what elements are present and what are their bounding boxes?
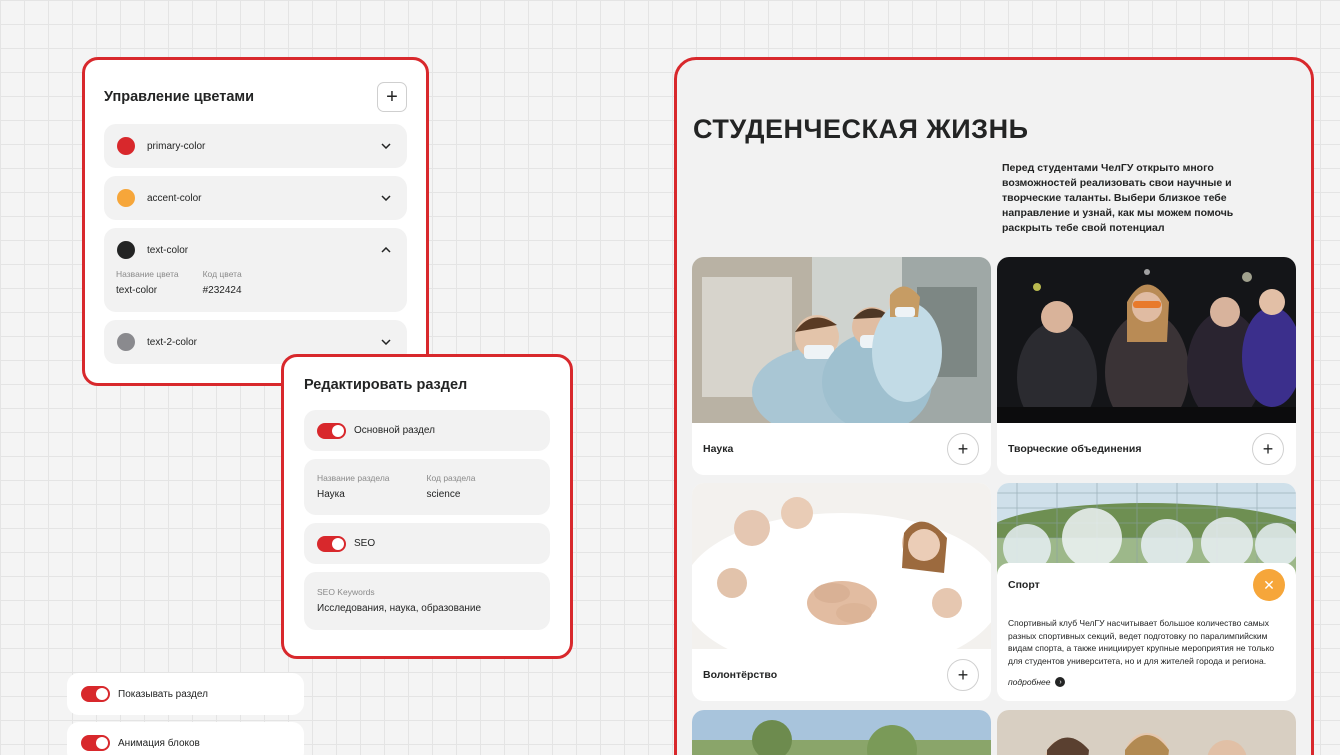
color-row-label: primary-color bbox=[147, 140, 206, 152]
toggle-label: SEO bbox=[354, 538, 376, 549]
section-name-field[interactable]: Название раздела Наука bbox=[317, 473, 390, 500]
edit-section-panel: Редактировать раздел Основной раздел Наз… bbox=[281, 354, 573, 659]
toggle-label: Показывать раздел bbox=[118, 688, 208, 700]
main-section-toggle-row[interactable]: Основной раздел bbox=[304, 410, 550, 451]
animate-blocks-toggle[interactable] bbox=[81, 735, 110, 751]
color-row-primary[interactable]: primary-color bbox=[104, 124, 407, 168]
color-code-caption: Код цвета bbox=[202, 269, 242, 279]
chevron-down-icon[interactable] bbox=[379, 139, 393, 153]
color-management-panel: Управление цветами + primary-color accen… bbox=[82, 57, 429, 386]
expand-button[interactable]: + bbox=[947, 433, 979, 465]
color-code-value: #232424 bbox=[202, 285, 242, 296]
card-volunteer[interactable]: Волонтёрство + bbox=[692, 483, 991, 701]
card-partial[interactable] bbox=[997, 710, 1296, 755]
chevron-down-icon[interactable] bbox=[379, 191, 393, 205]
color-swatch bbox=[117, 333, 135, 351]
card-science[interactable]: Наука + bbox=[692, 257, 991, 475]
chevron-up-icon[interactable] bbox=[379, 243, 393, 257]
more-link[interactable]: подробнее › bbox=[1008, 677, 1285, 687]
card-partial[interactable] bbox=[692, 710, 991, 755]
card-photo bbox=[997, 710, 1296, 755]
section-name-value: Наука bbox=[317, 489, 345, 500]
color-name-value: text-color bbox=[116, 285, 158, 296]
color-swatch bbox=[117, 137, 135, 155]
color-row-label: text-color bbox=[147, 244, 189, 256]
expand-button[interactable]: + bbox=[947, 659, 979, 691]
edit-panel-title: Редактировать раздел bbox=[304, 377, 468, 393]
color-row-accent[interactable]: accent-color bbox=[104, 176, 407, 220]
arrow-icon: › bbox=[1055, 677, 1066, 687]
add-color-button[interactable]: + bbox=[377, 82, 407, 112]
toggle-label: Основной раздел bbox=[354, 425, 435, 436]
seo-keywords-caption: SEO Keywords bbox=[317, 587, 375, 597]
sport-description: Спортивный клуб ЧелГУ насчитывает большо… bbox=[1008, 618, 1275, 666]
seo-toggle-row[interactable]: SEO bbox=[304, 523, 550, 564]
toggle-label: Анимация блоков bbox=[118, 737, 200, 749]
color-code-field[interactable]: Код цвета #232424 bbox=[203, 269, 242, 296]
page-description: Перед студентами ЧелГУ открыто много воз… bbox=[1002, 162, 1234, 234]
more-link-label: подробнее bbox=[1008, 677, 1051, 687]
color-row-label: accent-color bbox=[147, 192, 202, 204]
card-creative[interactable]: Творческие объединения + bbox=[997, 257, 1296, 475]
chevron-down-icon[interactable] bbox=[379, 335, 393, 349]
color-row-text[interactable]: text-color Название цвета text-color Код… bbox=[104, 228, 407, 312]
section-code-value: science bbox=[426, 489, 461, 500]
color-swatch bbox=[117, 189, 135, 207]
card-caption: Творческие объединения + bbox=[997, 423, 1296, 475]
color-name-field[interactable]: Название цвета text-color bbox=[116, 269, 179, 296]
seo-keywords-field[interactable]: SEO Keywords Исследования, наука, образо… bbox=[304, 572, 550, 630]
sport-details: Спорт ✕ Спортивный клуб ЧелГУ насчитывае… bbox=[997, 563, 1296, 701]
close-button[interactable]: ✕ bbox=[1253, 569, 1285, 601]
color-row-label: text-2-color bbox=[147, 336, 198, 348]
creative-photo bbox=[997, 257, 1296, 423]
card-label: Спорт bbox=[1008, 579, 1040, 591]
card-caption: Наука + bbox=[692, 423, 991, 475]
volunteer-photo bbox=[692, 483, 991, 649]
color-panel-header: Управление цветами + bbox=[104, 82, 407, 112]
card-label: Волонтёрство bbox=[703, 669, 778, 681]
card-label: Наука bbox=[703, 443, 734, 455]
animate-blocks-toggle-row[interactable]: Анимация блоков bbox=[67, 722, 304, 755]
section-code-caption: Код раздела bbox=[426, 473, 476, 483]
show-section-toggle[interactable] bbox=[81, 686, 110, 702]
page-title: СТУДЕНЧЕСКАЯ ЖИЗНЬ bbox=[693, 114, 1029, 144]
science-photo bbox=[692, 257, 991, 423]
card-caption: Волонтёрство + bbox=[692, 649, 991, 701]
student-life-panel: СТУДЕНЧЕСКАЯ ЖИЗНЬ Перед студентами ЧелГ… bbox=[674, 57, 1314, 755]
card-photo bbox=[692, 710, 991, 755]
card-sport[interactable]: Спорт ✕ Спортивный клуб ЧелГУ насчитывае… bbox=[997, 483, 1296, 701]
seo-keywords-value: Исследования, наука, образование bbox=[317, 603, 482, 614]
main-section-toggle[interactable] bbox=[317, 422, 346, 439]
color-swatch bbox=[117, 241, 135, 259]
expand-button[interactable]: + bbox=[1252, 433, 1284, 465]
show-section-toggle-row[interactable]: Показывать раздел bbox=[67, 673, 304, 715]
card-label: Творческие объединения bbox=[1008, 443, 1142, 455]
color-name-caption: Название цвета bbox=[116, 269, 179, 279]
section-fields-row: Название раздела Наука Код раздела scien… bbox=[304, 459, 550, 515]
section-code-field[interactable]: Код раздела science bbox=[427, 473, 476, 500]
seo-toggle[interactable] bbox=[317, 535, 346, 552]
section-name-caption: Название раздела bbox=[317, 473, 390, 483]
color-panel-title: Управление цветами bbox=[104, 89, 255, 105]
